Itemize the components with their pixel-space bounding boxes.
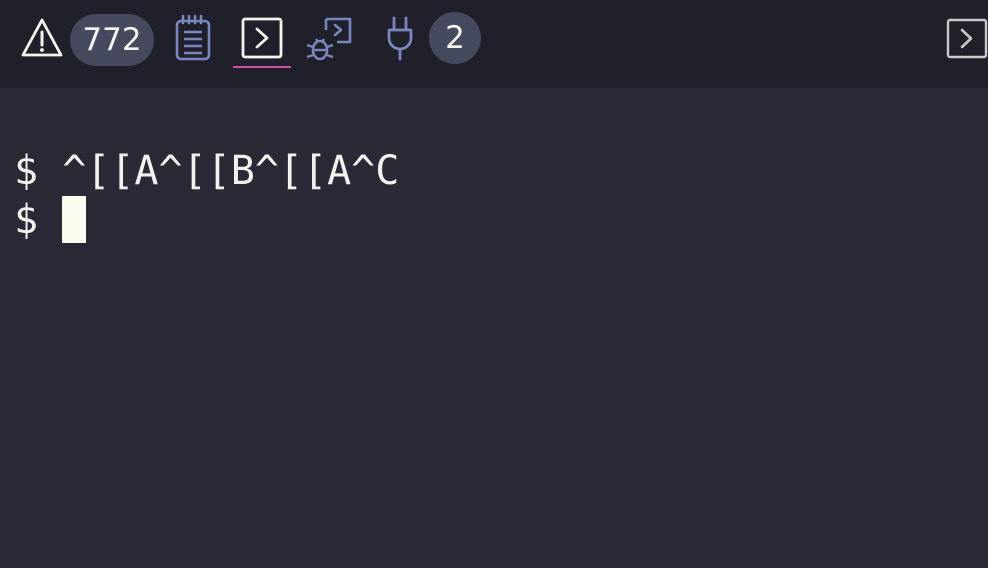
- terminal-line: $: [14, 196, 87, 244]
- chevron-right-box-icon[interactable]: [945, 17, 988, 60]
- problems-button[interactable]: 772: [18, 14, 154, 66]
- debug-console-icon[interactable]: [304, 14, 356, 64]
- ports-button[interactable]: 2: [384, 12, 482, 64]
- terminal-icon[interactable]: [239, 15, 285, 61]
- panel-toolbar: 772 2: [0, 0, 988, 88]
- terminal-cursor: [62, 196, 87, 243]
- active-tab-indicator: [233, 66, 291, 68]
- problems-count-badge: 772: [70, 14, 154, 66]
- terminal-prompt: $: [14, 197, 39, 243]
- terminal-panel[interactable]: $ ^[[A^[[B^[[A^C $: [0, 88, 988, 568]
- notepad-icon[interactable]: [172, 14, 214, 62]
- terminal-line: $ ^[[A^[[B^[[A^C: [14, 147, 399, 195]
- plug-icon: [384, 14, 416, 62]
- terminal-line-text: ^[[A^[[B^[[A^C: [62, 148, 400, 194]
- warning-icon: [20, 16, 64, 60]
- terminal-prompt: $: [14, 148, 39, 194]
- ports-count-badge: 2: [429, 12, 481, 64]
